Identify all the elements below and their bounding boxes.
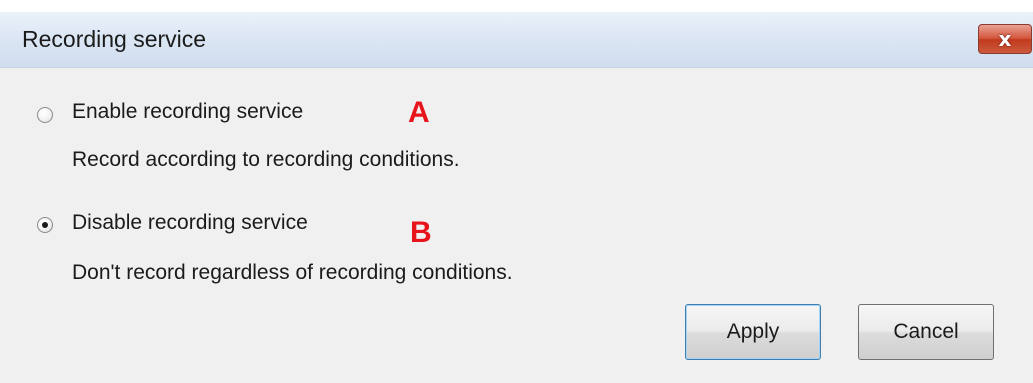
cancel-button-label: Cancel [893,320,959,343]
annotation-marker-b: B [410,216,432,249]
window-title: Recording service [22,26,207,52]
disable-recording-radio[interactable] [37,217,53,233]
close-icon: x [998,27,1012,51]
title-bar[interactable]: Recording service x [0,12,1033,68]
enable-recording-radio[interactable] [37,107,53,123]
apply-button-label: Apply [726,320,780,343]
recording-service-dialog: Recording service x Enable recording ser… [0,12,1033,383]
enable-recording-label[interactable]: Enable recording service [72,100,303,124]
disable-recording-label[interactable]: Disable recording service [72,211,308,235]
enable-recording-description: Record according to recording conditions… [72,148,460,171]
apply-button[interactable]: Apply [685,304,821,360]
close-button[interactable]: x [978,24,1032,54]
cancel-button[interactable]: Cancel [858,304,994,360]
disable-recording-description: Don't record regardless of recording con… [72,261,513,284]
annotation-marker-a: A [408,96,430,129]
radio-selected-dot [42,222,48,228]
